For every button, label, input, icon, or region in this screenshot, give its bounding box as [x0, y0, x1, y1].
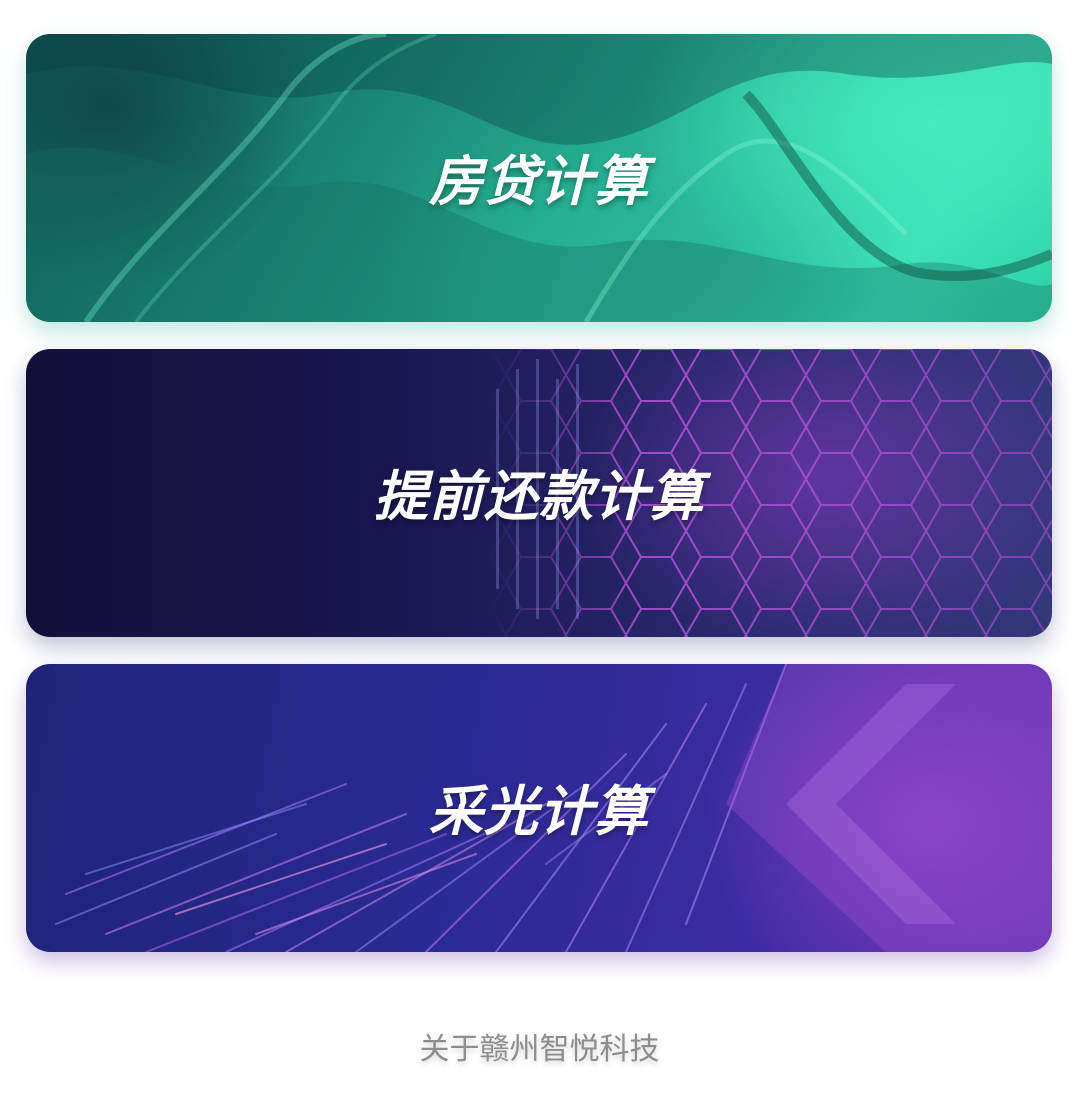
app-page: 房贷计算 提前还款计算 采光计算 关于赣州智悦科技 — [0, 0, 1079, 1095]
about-company-link[interactable]: 关于赣州智悦科技 — [0, 1024, 1079, 1068]
mortgage-calculator-card[interactable]: 房贷计算 — [26, 34, 1052, 322]
prepayment-calculator-title: 提前还款计算 — [374, 464, 704, 528]
lighting-calculator-card[interactable]: 采光计算 — [26, 664, 1052, 952]
mortgage-calculator-title: 房贷计算 — [429, 149, 649, 213]
prepayment-calculator-card[interactable]: 提前还款计算 — [26, 349, 1052, 637]
lighting-calculator-title: 采光计算 — [429, 779, 649, 843]
